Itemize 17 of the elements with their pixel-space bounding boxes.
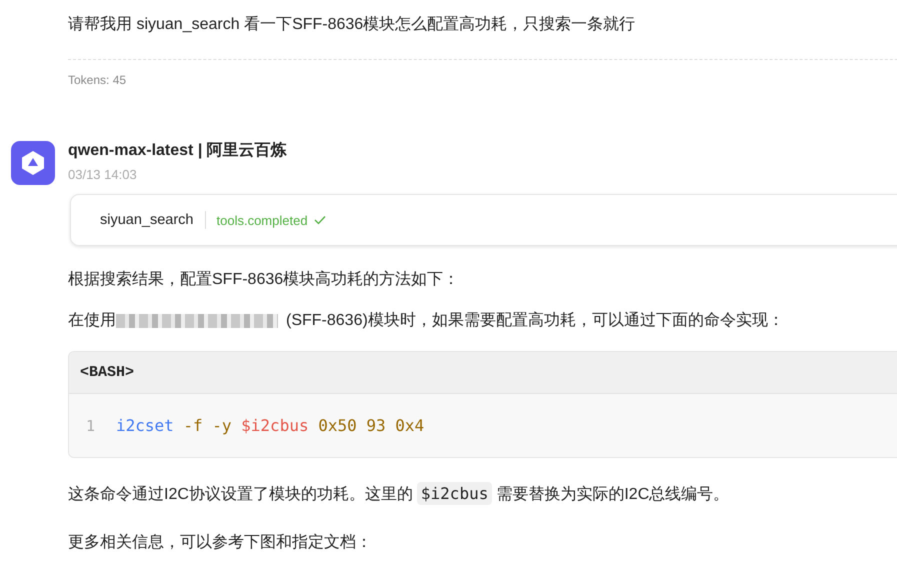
token-count: Tokens: 45 [68, 73, 126, 87]
check-icon [314, 215, 326, 225]
user-message: 请帮我用 siyuan_search 看一下SFF-8636模块怎么配置高功耗，只搜索一条就行 [68, 14, 636, 35]
model-avatar-icon [11, 141, 55, 185]
code-line: i2cset -f -y $i2cbus 0x50 93 0x4 [116, 416, 424, 435]
reply-text: 在使用 [68, 311, 116, 331]
model-name: qwen-max-latest | 阿里云百炼 [68, 141, 287, 161]
line-number: 1 [86, 416, 96, 434]
reply-paragraph: 这条命令通过I2C协议设置了模块的功耗。这里的 $i2cbus 需要替换为实际的I2C总线编号。 [68, 482, 730, 507]
tool-status: tools.completed [216, 212, 326, 228]
reply-paragraph: 根据搜索结果，配置SFF-8636模块高功耗的方法如下： [68, 270, 460, 290]
tool-call-card[interactable]: siyuan_search tools.completed [70, 194, 897, 246]
reply-text: (SFF-8636)模块时，如果需要配置高功耗，可以通过下面的命令实现： [286, 310, 784, 331]
message-time: 03/13 14:03 [68, 167, 137, 182]
tool-name: siyuan_search [100, 212, 194, 228]
code-language: <BASH> [80, 364, 134, 381]
reply-paragraph: 更多相关信息，可以参考下图和指定文档： [68, 532, 373, 553]
